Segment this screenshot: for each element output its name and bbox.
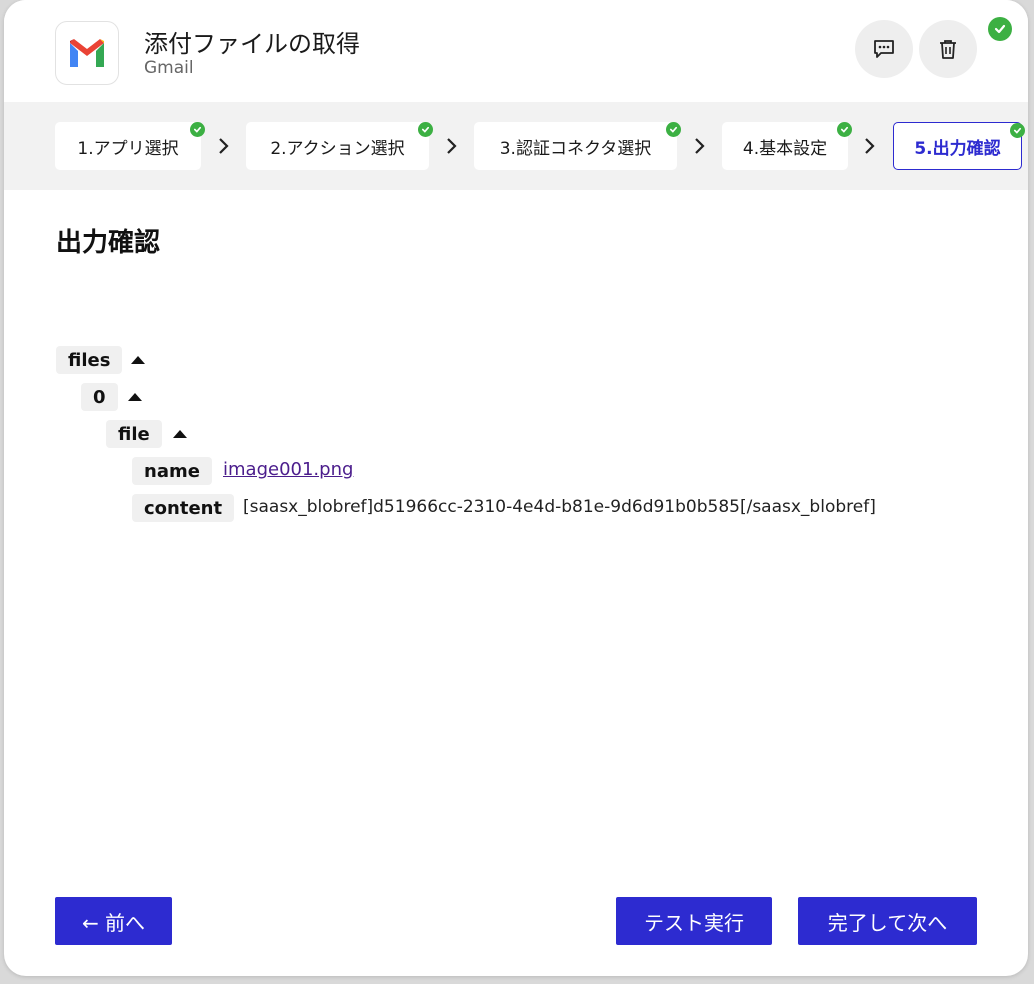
check-icon [1010, 123, 1025, 138]
step-5-active[interactable]: 5.出力確認 [893, 122, 1025, 170]
step-3[interactable]: 3.認証コネクタ選択 [474, 122, 681, 170]
file-name-link[interactable]: image001.png [223, 459, 353, 480]
chevron-right-icon [865, 138, 875, 154]
chevron-right-icon [695, 138, 705, 154]
test-run-button[interactable]: テスト実行 [616, 897, 772, 945]
comment-button[interactable] [855, 20, 913, 78]
gmail-logo-icon [55, 21, 119, 85]
tree-key-name: name [132, 457, 212, 485]
step-bar: 1.アプリ選択 2.アクション選択 3.認証コネクタ選択 4.基本設定 5.出力… [4, 102, 1028, 190]
check-icon [190, 122, 205, 137]
step-label: 2.アクション選択 [270, 138, 405, 159]
caret-up-icon[interactable] [172, 428, 188, 440]
tree-key-files: files [56, 346, 123, 374]
step-4[interactable]: 4.基本設定 [722, 122, 852, 170]
header: 添付ファイルの取得 Gmail [4, 0, 1028, 102]
content-value: [saasx_blobref]d51966cc-2310-4e4d-b81e-9… [243, 497, 876, 517]
step-label: 5.出力確認 [914, 138, 1001, 159]
step-label: 1.アプリ選択 [77, 138, 179, 159]
tree-key-index: 0 [81, 383, 118, 411]
dialog-window: 添付ファイルの取得 Gmail 1.アプリ選択 2.アクション選択 3.認証コネ… [4, 0, 1028, 976]
check-icon [418, 122, 433, 137]
step-2[interactable]: 2.アクション選択 [246, 122, 433, 170]
comment-icon [874, 40, 894, 58]
trash-icon [940, 40, 956, 59]
caret-up-icon[interactable] [127, 391, 143, 403]
step-label: 3.認証コネクタ選択 [499, 138, 652, 159]
check-icon [666, 122, 681, 137]
status-check-icon [988, 17, 1012, 41]
back-button[interactable]: ← 前へ [55, 897, 172, 945]
chevron-right-icon [219, 138, 229, 154]
step-label: 4.基本設定 [742, 138, 828, 159]
section-title: 出力確認 [56, 228, 161, 258]
app-name: Gmail [144, 58, 194, 78]
tree-key-file: file [106, 420, 162, 448]
complete-next-button[interactable]: 完了して次へ [798, 897, 977, 945]
page-title: 添付ファイルの取得 [144, 30, 360, 58]
tree-key-content: content [132, 494, 235, 522]
caret-up-icon[interactable] [130, 354, 146, 366]
delete-button[interactable] [919, 20, 977, 78]
step-1[interactable]: 1.アプリ選択 [55, 122, 205, 170]
check-icon [837, 122, 852, 137]
chevron-right-icon [447, 138, 457, 154]
